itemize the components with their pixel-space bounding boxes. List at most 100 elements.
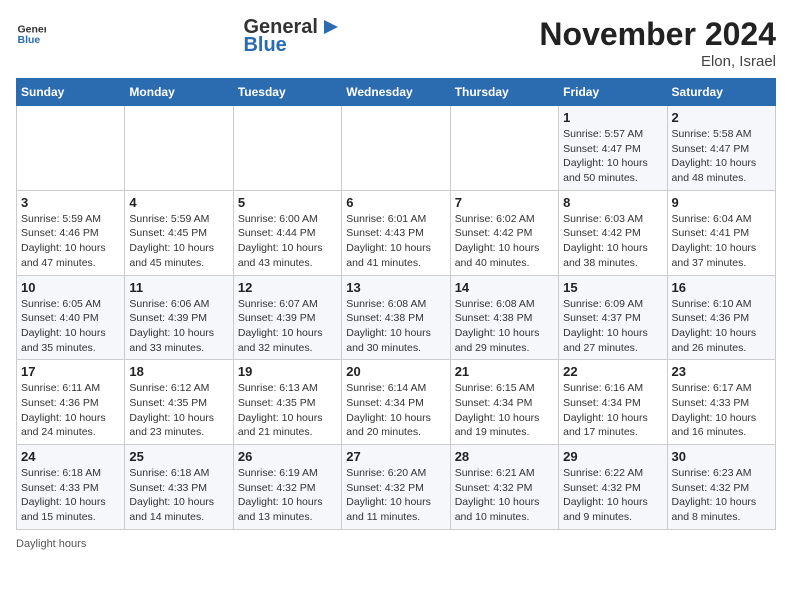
calendar-cell: 5 Sunrise: 6:00 AMSunset: 4:44 PMDaylight… — [233, 190, 341, 275]
day-number: 25 — [129, 449, 228, 464]
calendar-body: 1 Sunrise: 5:57 AMSunset: 4:47 PMDaylight… — [17, 106, 776, 530]
day-number: 26 — [238, 449, 337, 464]
calendar-cell — [17, 106, 125, 191]
calendar-cell: 1 Sunrise: 5:57 AMSunset: 4:47 PMDaylight… — [559, 106, 667, 191]
calendar-cell: 24 Sunrise: 6:18 AMSunset: 4:33 PMDayligh… — [17, 445, 125, 530]
header-day-tuesday: Tuesday — [233, 79, 341, 106]
day-info: Sunrise: 6:06 AMSunset: 4:39 PMDaylight:… — [129, 297, 228, 356]
day-number: 30 — [672, 449, 771, 464]
calendar-table: SundayMondayTuesdayWednesdayThursdayFrid… — [16, 78, 776, 530]
location: Elon, Israel — [539, 53, 776, 70]
day-number: 15 — [563, 280, 662, 295]
calendar-cell: 28 Sunrise: 6:21 AMSunset: 4:32 PMDayligh… — [450, 445, 558, 530]
calendar-cell: 10Sunrise: 6:05 AMSunset: 4:40 PMDayligh… — [17, 275, 125, 360]
calendar-week-1: 3 Sunrise: 5:59 AMSunset: 4:46 PMDaylight… — [17, 190, 776, 275]
logo: General Blue — [16, 16, 46, 46]
day-number: 1 — [563, 110, 662, 125]
svg-text:Blue: Blue — [18, 34, 41, 46]
logo-text-block: General Blue — [243, 16, 341, 56]
calendar-cell: 17 Sunrise: 6:11 AMSunset: 4:36 PMDayligh… — [17, 360, 125, 445]
header-day-wednesday: Wednesday — [342, 79, 450, 106]
calendar-cell: 3 Sunrise: 5:59 AMSunset: 4:46 PMDaylight… — [17, 190, 125, 275]
calendar-cell: 13 Sunrise: 6:08 AMSunset: 4:38 PMDayligh… — [342, 275, 450, 360]
day-info: Sunrise: 6:18 AMSunset: 4:33 PMDaylight:… — [21, 466, 120, 525]
day-number: 5 — [238, 195, 337, 210]
calendar-cell: 4 Sunrise: 5:59 AMSunset: 4:45 PMDaylight… — [125, 190, 233, 275]
day-info: Sunrise: 6:20 AMSunset: 4:32 PMDaylight:… — [346, 466, 445, 525]
day-info: Sunrise: 6:07 AMSunset: 4:39 PMDaylight:… — [238, 297, 337, 356]
day-info: Sunrise: 6:18 AMSunset: 4:33 PMDaylight:… — [129, 466, 228, 525]
calendar-cell: 15 Sunrise: 6:09 AMSunset: 4:37 PMDayligh… — [559, 275, 667, 360]
day-info: Sunrise: 5:59 AMSunset: 4:46 PMDaylight:… — [21, 212, 120, 271]
calendar-cell: 25 Sunrise: 6:18 AMSunset: 4:33 PMDayligh… — [125, 445, 233, 530]
logo-icon: General Blue — [16, 16, 46, 46]
header-day-thursday: Thursday — [450, 79, 558, 106]
day-number: 22 — [563, 364, 662, 379]
day-number: 27 — [346, 449, 445, 464]
day-number: 11 — [129, 280, 228, 295]
header-row: SundayMondayTuesdayWednesdayThursdayFrid… — [17, 79, 776, 106]
calendar-cell: 7 Sunrise: 6:02 AMSunset: 4:42 PMDaylight… — [450, 190, 558, 275]
calendar-cell: 26 Sunrise: 6:19 AMSunset: 4:32 PMDayligh… — [233, 445, 341, 530]
calendar-cell: 8Sunrise: 6:03 AMSunset: 4:42 PMDaylight… — [559, 190, 667, 275]
day-number: 2 — [672, 110, 771, 125]
calendar-cell: 20Sunrise: 6:14 AMSunset: 4:34 PMDayligh… — [342, 360, 450, 445]
calendar-cell: 9Sunrise: 6:04 AMSunset: 4:41 PMDaylight… — [667, 190, 775, 275]
calendar-cell: 16Sunrise: 6:10 AMSunset: 4:36 PMDayligh… — [667, 275, 775, 360]
day-number: 29 — [563, 449, 662, 464]
calendar-cell: 27 Sunrise: 6:20 AMSunset: 4:32 PMDayligh… — [342, 445, 450, 530]
day-info: Sunrise: 6:21 AMSunset: 4:32 PMDaylight:… — [455, 466, 554, 525]
day-info: Sunrise: 6:12 AMSunset: 4:35 PMDaylight:… — [129, 381, 228, 440]
day-number: 10 — [21, 280, 120, 295]
header-day-friday: Friday — [559, 79, 667, 106]
day-number: 7 — [455, 195, 554, 210]
calendar-cell — [450, 106, 558, 191]
day-number: 3 — [21, 195, 120, 210]
calendar-cell: 22 Sunrise: 6:16 AMSunset: 4:34 PMDayligh… — [559, 360, 667, 445]
day-info: Sunrise: 6:08 AMSunset: 4:38 PMDaylight:… — [346, 297, 445, 356]
day-info: Sunrise: 6:09 AMSunset: 4:37 PMDaylight:… — [563, 297, 662, 356]
day-info: Sunrise: 6:22 AMSunset: 4:32 PMDaylight:… — [563, 466, 662, 525]
page-header: General Blue General Blue November 2024 … — [16, 16, 776, 70]
day-number: 28 — [455, 449, 554, 464]
day-info: Sunrise: 6:15 AMSunset: 4:34 PMDaylight:… — [455, 381, 554, 440]
header-day-monday: Monday — [125, 79, 233, 106]
day-info: Sunrise: 6:02 AMSunset: 4:42 PMDaylight:… — [455, 212, 554, 271]
day-number: 24 — [21, 449, 120, 464]
header-day-saturday: Saturday — [667, 79, 775, 106]
day-info: Sunrise: 6:11 AMSunset: 4:36 PMDaylight:… — [21, 381, 120, 440]
day-number: 17 — [21, 364, 120, 379]
calendar-cell — [125, 106, 233, 191]
day-info: Sunrise: 6:17 AMSunset: 4:33 PMDaylight:… — [672, 381, 771, 440]
calendar-cell: 6 Sunrise: 6:01 AMSunset: 4:43 PMDaylight… — [342, 190, 450, 275]
calendar-cell: 19Sunrise: 6:13 AMSunset: 4:35 PMDayligh… — [233, 360, 341, 445]
day-info: Sunrise: 6:16 AMSunset: 4:34 PMDaylight:… — [563, 381, 662, 440]
calendar-week-4: 24 Sunrise: 6:18 AMSunset: 4:33 PMDayligh… — [17, 445, 776, 530]
calendar-week-0: 1 Sunrise: 5:57 AMSunset: 4:47 PMDaylight… — [17, 106, 776, 191]
calendar-cell: 29 Sunrise: 6:22 AMSunset: 4:32 PMDayligh… — [559, 445, 667, 530]
day-info: Sunrise: 6:01 AMSunset: 4:43 PMDaylight:… — [346, 212, 445, 271]
day-info: Sunrise: 6:10 AMSunset: 4:36 PMDaylight:… — [672, 297, 771, 356]
calendar-cell: 2 Sunrise: 5:58 AMSunset: 4:47 PMDaylight… — [667, 106, 775, 191]
day-number: 14 — [455, 280, 554, 295]
day-info: Sunrise: 5:59 AMSunset: 4:45 PMDaylight:… — [129, 212, 228, 271]
day-number: 23 — [672, 364, 771, 379]
day-number: 8 — [563, 195, 662, 210]
day-info: Sunrise: 5:57 AMSunset: 4:47 PMDaylight:… — [563, 127, 662, 186]
title-area: November 2024 Elon, Israel — [539, 16, 776, 70]
day-number: 6 — [346, 195, 445, 210]
day-info: Sunrise: 6:00 AMSunset: 4:44 PMDaylight:… — [238, 212, 337, 271]
day-number: 13 — [346, 280, 445, 295]
calendar-cell: 18Sunrise: 6:12 AMSunset: 4:35 PMDayligh… — [125, 360, 233, 445]
calendar-week-3: 17 Sunrise: 6:11 AMSunset: 4:36 PMDayligh… — [17, 360, 776, 445]
day-info: Sunrise: 6:08 AMSunset: 4:38 PMDaylight:… — [455, 297, 554, 356]
logo-blue: Blue — [243, 34, 341, 56]
calendar-cell — [342, 106, 450, 191]
day-number: 9 — [672, 195, 771, 210]
day-number: 4 — [129, 195, 228, 210]
calendar-week-2: 10Sunrise: 6:05 AMSunset: 4:40 PMDayligh… — [17, 275, 776, 360]
day-info: Sunrise: 5:58 AMSunset: 4:47 PMDaylight:… — [672, 127, 771, 186]
calendar-cell: 12 Sunrise: 6:07 AMSunset: 4:39 PMDayligh… — [233, 275, 341, 360]
day-info: Sunrise: 6:19 AMSunset: 4:32 PMDaylight:… — [238, 466, 337, 525]
day-number: 12 — [238, 280, 337, 295]
